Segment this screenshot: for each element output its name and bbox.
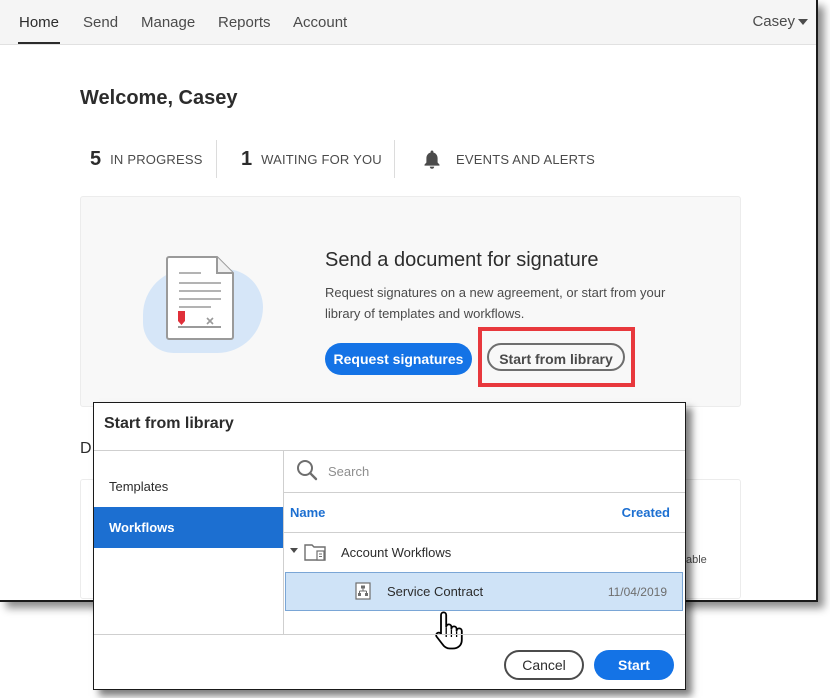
folder-label: Account Workflows (341, 545, 452, 560)
background-text-fragment: able (686, 554, 707, 566)
workflow-icon (355, 582, 371, 600)
workflow-name: Service Contract (387, 584, 484, 599)
nav-home[interactable]: Home (17, 0, 61, 44)
events-label: EVENTS AND ALERTS (456, 151, 595, 167)
send-card-title: Send a document for signature (325, 249, 599, 271)
workflow-created-date: 11/04/2019 (607, 585, 667, 599)
start-button[interactable]: Start (594, 650, 674, 680)
folder-row[interactable]: Account Workflows (284, 533, 685, 571)
cancel-button[interactable]: Cancel (504, 650, 584, 680)
folder-icon (304, 544, 326, 561)
top-navigation: Home Send Manage Reports Account Casey (0, 0, 816, 45)
sidebar-item-templates[interactable]: Templates (94, 466, 283, 507)
dialog-header-divider (94, 450, 685, 451)
welcome-heading: Welcome, Casey (80, 87, 238, 109)
nav-account[interactable]: Account (293, 0, 347, 44)
workflow-row[interactable]: Service Contract 11/04/2019 (285, 572, 683, 611)
document-signature-icon (166, 256, 234, 340)
nav-send[interactable]: Send (83, 0, 118, 44)
column-header-created[interactable]: Created (622, 505, 670, 520)
nav-reports[interactable]: Reports (218, 0, 271, 44)
in-progress-count: 5 (90, 147, 102, 170)
bell-icon (424, 150, 440, 169)
search-icon (297, 460, 318, 481)
waiting-count: 1 (241, 147, 253, 170)
stat-divider (394, 140, 395, 178)
dialog-footer-divider (94, 634, 685, 635)
stat-waiting[interactable]: 1 WAITING FOR YOU (241, 141, 382, 177)
search-input[interactable] (326, 458, 670, 484)
waiting-label: WAITING FOR YOU (261, 151, 382, 167)
chevron-down-icon (798, 19, 808, 26)
column-header-name[interactable]: Name (290, 505, 325, 520)
stat-in-progress[interactable]: 5 IN PROGRESS (90, 141, 203, 177)
stat-divider (216, 140, 217, 178)
start-from-library-button[interactable]: Start from library (487, 343, 625, 371)
search-divider (284, 492, 685, 493)
sidebar-item-workflows[interactable]: Workflows (94, 507, 283, 548)
chevron-down-icon[interactable] (290, 548, 298, 553)
nav-manage[interactable]: Manage (141, 0, 195, 44)
send-document-card: Send a document for signature Request si… (80, 196, 741, 407)
user-name: Casey (752, 13, 795, 30)
dialog-title: Start from library (104, 415, 234, 432)
start-from-library-dialog: Start from library Templates Workflows N… (93, 402, 686, 690)
send-card-description: Request signatures on a new agreement, o… (325, 285, 666, 321)
user-menu[interactable]: Casey (752, 0, 808, 44)
section-heading-fragment: D (80, 440, 92, 457)
in-progress-label: IN PROGRESS (110, 151, 203, 167)
hand-pointer-icon (435, 611, 463, 650)
stat-events[interactable]: EVENTS AND ALERTS (423, 141, 595, 177)
request-signatures-button[interactable]: Request signatures (325, 343, 472, 375)
